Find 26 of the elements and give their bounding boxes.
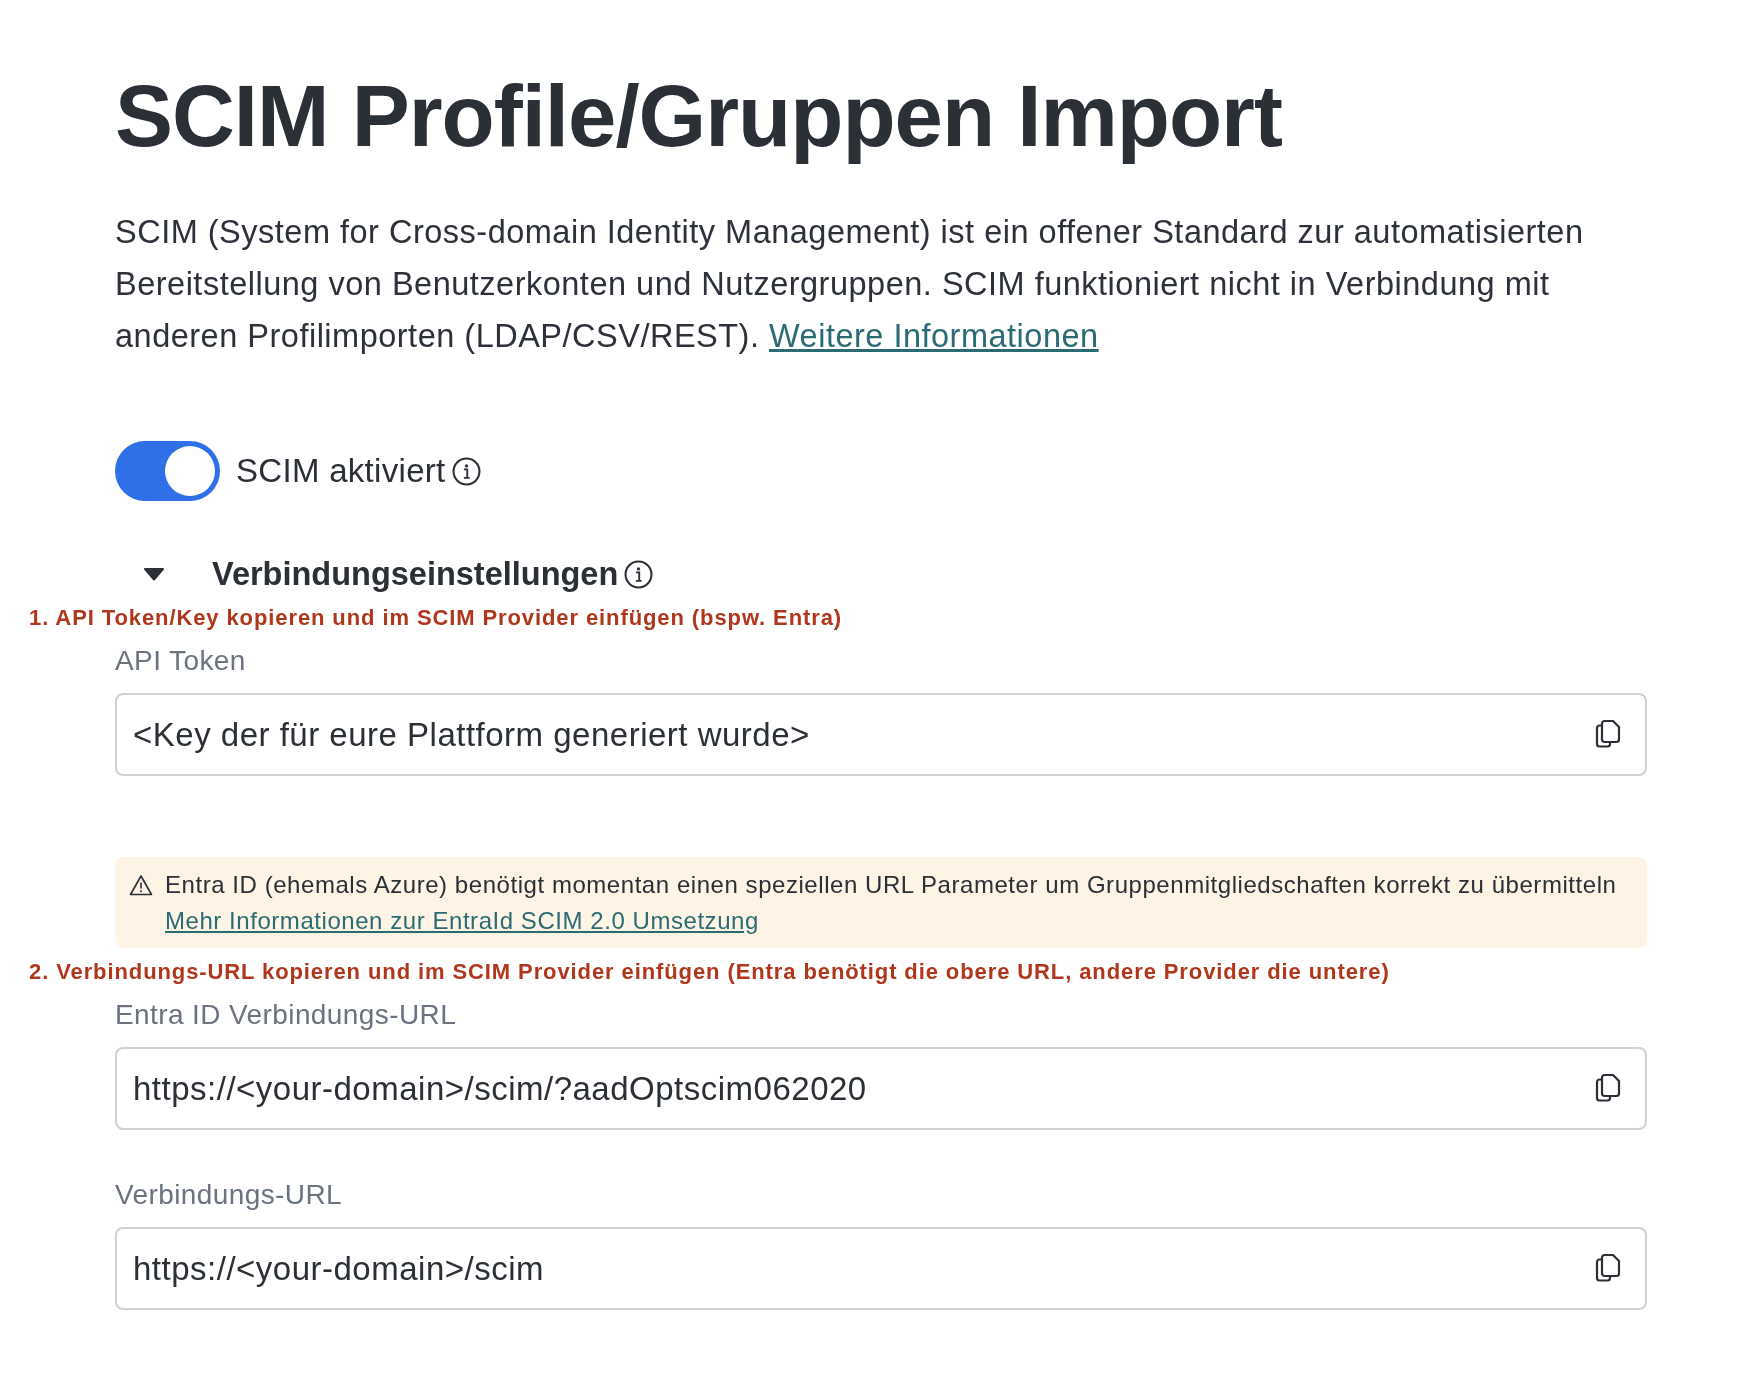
notice-link[interactable]: Mehr Informationen zur EntraId SCIM 2.0 Umsetzung [165, 903, 759, 939]
info-icon[interactable] [624, 559, 654, 589]
toggle-switch[interactable] [115, 441, 220, 501]
copy-icon [1595, 1073, 1621, 1103]
text-field[interactable]: <Key der für eure Plattform generiert wurde> [115, 693, 1647, 776]
more-info-link[interactable]: Weitere Informationen [769, 318, 1099, 354]
annotation-text: 1. API Token/Key kopieren und im SCIM Provider einfügen (bspw. Entra) [29, 604, 843, 632]
copy-icon [1595, 719, 1621, 749]
copy-button[interactable] [1595, 1073, 1621, 1103]
text-field[interactable]: https://<your-domain>/scim [115, 1227, 1647, 1310]
annotation-text: 2. Verbindungs-URL kopieren und im SCIM Provider einfügen (Entra benötigt die obere URL, andere Provider die untere) [29, 958, 1390, 986]
field-label: Verbindungs-URL [115, 1178, 343, 1212]
field-label: Entra ID Verbindungs-URL [115, 998, 457, 1032]
info-icon[interactable] [451, 456, 481, 486]
intro-text: SCIM (System for Cross-domain Identity Management) ist ein offener Standard zur automatisierten Bereitstellung von Benutzerkonten und Nutzergruppen. SCIM funktioniert nicht in Verbindung mit anderen Profilimporten (LDAP/CSV/REST). Weitere Informationen [115, 213, 1585, 356]
copy-button[interactable] [1595, 719, 1621, 749]
copy-icon [1595, 1253, 1621, 1283]
section-heading: Verbindungseinstellungen [212, 555, 619, 594]
warning-icon [129, 874, 153, 896]
copy-button[interactable] [1595, 1253, 1621, 1283]
toggle-label: SCIM aktiviert [236, 451, 446, 491]
caret-icon[interactable] [143, 567, 165, 581]
text-field[interactable]: https://<your-domain>/scim/?aadOptscim062020 [115, 1047, 1647, 1130]
field-label: API Token [115, 644, 246, 678]
page-title: SCIM Profile/Gruppen Import [115, 66, 1282, 166]
notice-text: Entra ID (ehemals Azure) benötigt momentan einen speziellen URL Parameter um Gruppenmitgliedschaften korrekt zu übermitteln [165, 870, 1617, 900]
